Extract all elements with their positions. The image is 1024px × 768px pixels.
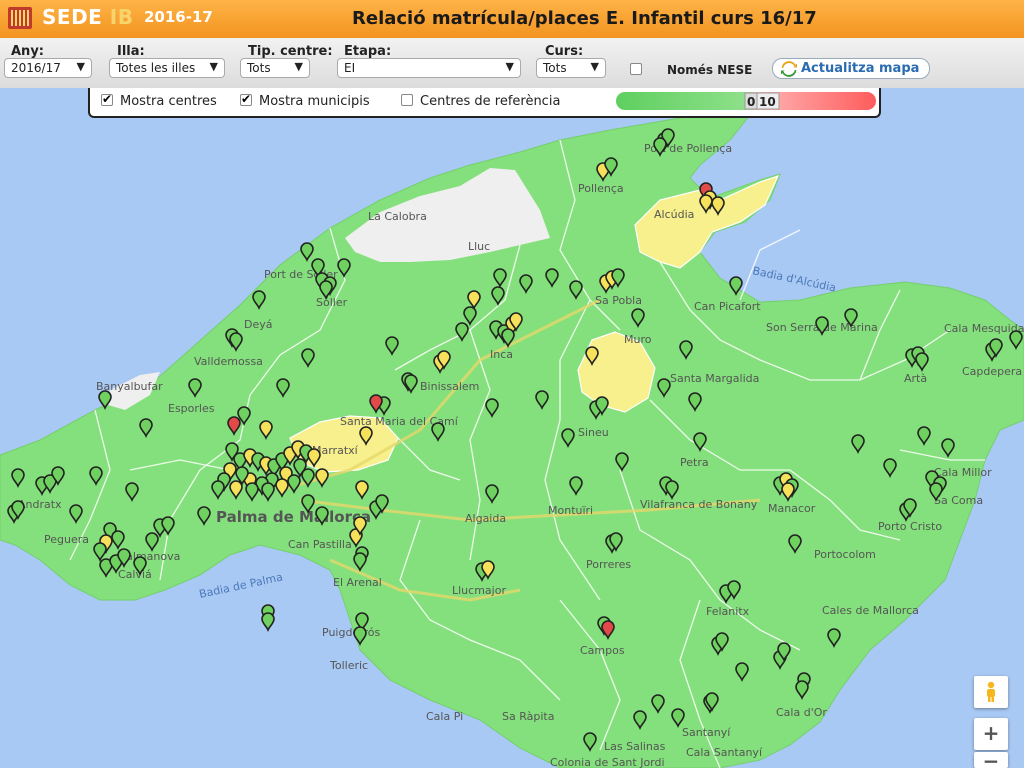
tip-centre-label: Tip. centre:	[248, 44, 333, 59]
chevron-down-icon: ▼	[76, 60, 85, 73]
sede-logo-text: SEDE IB	[42, 5, 134, 29]
mostra-municipis-checkbox[interactable]: ✔	[240, 92, 252, 106]
place-label: El Arenal	[333, 576, 382, 589]
place-label: Cala Santanyí	[686, 746, 763, 759]
place-label: Colonia de Sant Jordi	[550, 756, 665, 768]
place-label: Sa Pobla	[595, 294, 642, 307]
place-label: Binissalem	[420, 380, 479, 393]
centres-referencia-checkbox[interactable]	[401, 94, 413, 106]
refresh-map-label: Actualitza mapa	[801, 61, 920, 76]
place-label: Cala d'Or	[776, 706, 827, 719]
place-label: Portocolom	[814, 548, 876, 561]
refresh-icon	[781, 61, 797, 77]
pegman-icon	[987, 681, 995, 702]
chevron-down-icon: ▼	[294, 60, 303, 73]
legend-max-label: 10	[759, 95, 776, 109]
sede-logo-icon	[8, 7, 32, 29]
etapa-select[interactable]: EI ▼	[337, 58, 521, 78]
place-label: Pollença	[578, 182, 624, 195]
place-label: Capdepera	[962, 365, 1022, 378]
top-bar: SEDE IB 2016-17 Relació matrícula/places…	[0, 0, 1024, 38]
place-label: Las Salinas	[604, 740, 666, 753]
place-label: Lluc	[468, 240, 490, 253]
legend-min-label: 0	[747, 95, 755, 109]
place-label: Sineu	[578, 426, 609, 439]
ratio-legend: 0 10	[616, 92, 876, 110]
place-label: Santanyí	[682, 726, 731, 739]
place-label: Deyá	[244, 318, 273, 331]
chevron-down-icon: ▼	[505, 60, 514, 73]
place-label: Cala Pi	[426, 710, 463, 723]
place-label: Porto Cristo	[878, 520, 942, 533]
page-title: Relació matrícula/places E. Infantil cur…	[352, 8, 817, 29]
curs-select[interactable]: Tots ▼	[536, 58, 606, 78]
mostra-centres-checkbox[interactable]: ✔	[101, 92, 113, 106]
place-label: Santa Margalida	[670, 372, 759, 385]
illa-select[interactable]: Totes les illes ▼	[109, 58, 225, 78]
place-label: Cales de Mallorca	[822, 604, 919, 617]
chevron-down-icon: ▼	[590, 60, 599, 73]
place-label: Sa Coma	[934, 494, 983, 507]
place-label: Esporles	[168, 402, 215, 415]
place-label: Palma de Mallorca	[216, 508, 371, 526]
place-label: Muro	[624, 333, 652, 346]
place-label: Puigderrós	[322, 626, 381, 639]
place-label: Porreres	[586, 558, 631, 571]
zoom-in-button[interactable]: +	[974, 718, 1008, 750]
street-view-pegman-button[interactable]	[974, 676, 1008, 708]
any-label: Any:	[11, 44, 44, 59]
place-label: Artà	[904, 372, 927, 385]
place-label: Can Pastilla	[288, 538, 352, 551]
nese-label: Només NESE	[667, 63, 753, 77]
place-label: Can Picafort	[694, 300, 761, 313]
curs-label: Curs:	[545, 44, 584, 59]
nese-checkbox[interactable]	[630, 63, 642, 75]
place-label: Sa Ràpita	[502, 710, 554, 723]
mostra-municipis-label: Mostra municipis	[259, 94, 370, 109]
place-label: Manacor	[768, 502, 816, 515]
place-label: Tolleric	[329, 659, 368, 672]
place-label: Petra	[680, 456, 709, 469]
tip-centre-select[interactable]: Tots ▼	[240, 58, 310, 78]
place-label: La Calobra	[368, 210, 427, 223]
zoom-out-button[interactable]: −	[974, 752, 1008, 768]
mostra-centres-label: Mostra centres	[120, 94, 217, 109]
place-label: Campos	[580, 644, 625, 657]
place-label: Calviá	[118, 568, 152, 581]
place-label: Montuïri	[548, 504, 593, 517]
illa-label: Illa:	[117, 44, 145, 59]
place-label: Inca	[490, 348, 513, 361]
year-label: 2016-17	[144, 8, 213, 26]
place-label: Sóller	[316, 296, 348, 309]
place-label: Valldemossa	[194, 355, 263, 368]
place-label: Llucmajor	[452, 584, 506, 597]
place-label: Andratx	[18, 498, 62, 511]
any-select[interactable]: 2016/17 ▼	[4, 58, 92, 78]
centres-referencia-label: Centres de referència	[420, 94, 561, 109]
map-view[interactable]: Port de PollençaPollençaAlcúdiaLa Calobr…	[0, 88, 1024, 768]
place-label: Felanitx	[706, 605, 750, 618]
place-label: Vilafranca de Bonany	[640, 498, 758, 511]
etapa-label: Etapa:	[344, 44, 392, 59]
place-label: Algaida	[465, 512, 506, 525]
chevron-down-icon: ▼	[209, 60, 218, 73]
place-label: Alcúdia	[654, 208, 694, 221]
place-label: Peguera	[44, 533, 89, 546]
refresh-map-button[interactable]: Actualitza mapa	[772, 58, 930, 79]
